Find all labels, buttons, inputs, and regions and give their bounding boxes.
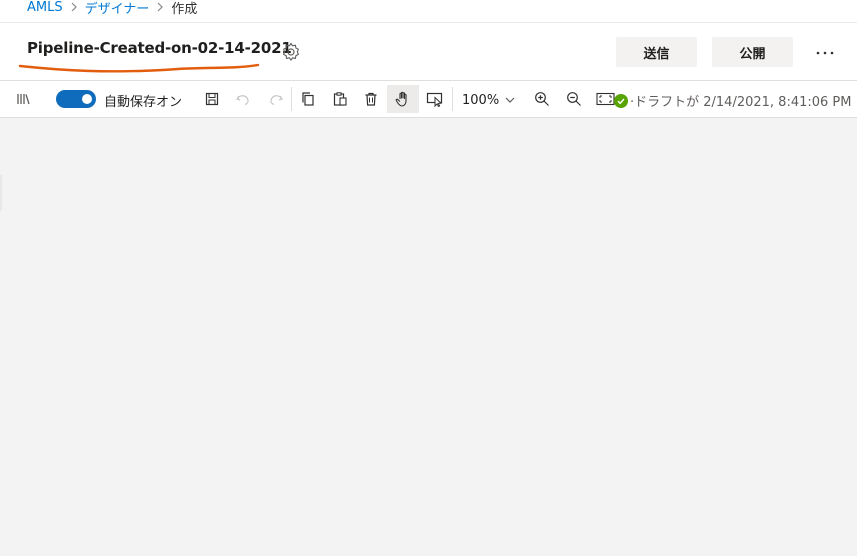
breadcrumb-item-amls[interactable]: AMLS xyxy=(27,0,63,15)
check-circle-icon xyxy=(614,93,628,108)
publish-button[interactable]: 公開 xyxy=(712,37,793,67)
submit-button[interactable]: 送信 xyxy=(616,37,697,67)
autosave-label: 自動保存オン xyxy=(104,95,183,110)
divider xyxy=(291,87,292,111)
zoom-dropdown[interactable]: 100% xyxy=(462,89,515,111)
zoom-in-icon[interactable] xyxy=(528,85,556,113)
designer-toolbar: 自動保存オン 100% ·ドラフトが 2/14/2021, 8:41:06 PM… xyxy=(0,81,857,117)
draft-status: ·ドラフトが 2/14/2021, 8:41:06 PM に xyxy=(614,91,857,110)
breadcrumb-item-designer[interactable]: デザイナー xyxy=(85,0,150,17)
zoom-value: 100% xyxy=(462,92,500,108)
paste-icon[interactable] xyxy=(326,85,354,113)
select-icon[interactable] xyxy=(421,85,449,113)
designer-canvas[interactable] xyxy=(0,118,857,556)
autosave-toggle[interactable] xyxy=(56,90,96,108)
breadcrumb-item-create: 作成 xyxy=(171,1,198,17)
pipeline-title[interactable]: Pipeline-Created-on-02-14-2021 xyxy=(27,39,292,57)
save-icon[interactable] xyxy=(198,85,226,113)
pan-hand-icon[interactable] xyxy=(387,85,419,113)
breadcrumb: AMLS デザイナー 作成 xyxy=(27,0,197,18)
header: Pipeline-Created-on-02-14-2021 送信 公開 xyxy=(0,23,857,80)
chevron-right-icon xyxy=(63,2,85,12)
more-icon[interactable] xyxy=(810,43,840,63)
redo-icon[interactable] xyxy=(262,85,290,113)
undo-icon[interactable] xyxy=(229,85,257,113)
zoom-out-icon[interactable] xyxy=(560,85,588,113)
delete-icon[interactable] xyxy=(357,85,385,113)
copy-icon[interactable] xyxy=(294,85,322,113)
divider xyxy=(452,87,453,111)
left-panel-edge xyxy=(0,175,2,211)
settings-gear-icon[interactable] xyxy=(280,41,302,63)
chevron-right-icon xyxy=(149,2,171,12)
library-icon[interactable] xyxy=(10,85,38,113)
chevron-down-icon xyxy=(505,93,515,108)
title-underline-annotation xyxy=(18,63,260,73)
status-text: ·ドラフトが 2/14/2021, 8:41:06 PM に xyxy=(630,95,857,110)
